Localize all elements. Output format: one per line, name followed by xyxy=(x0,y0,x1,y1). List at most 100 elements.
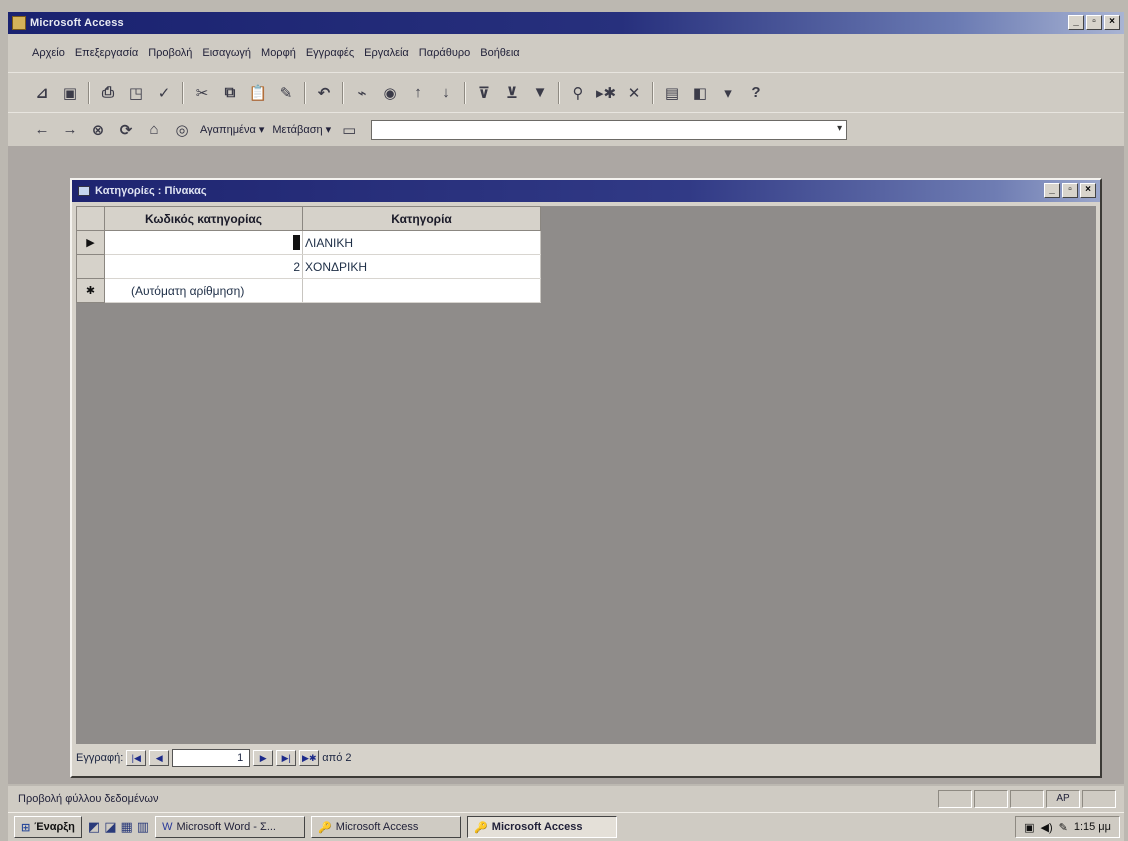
show-only-web-toolbar-icon[interactable]: ▭ xyxy=(339,120,359,140)
new-record-row[interactable]: ✱ (Αυτόματη αρίθμηση) xyxy=(76,278,541,303)
status-text: Προβολή φύλλου δεδομένων xyxy=(18,793,159,805)
datasheet-grid: Κωδικός κατηγορίας Κατηγορία ▶ ΛΙΑΝΙΚΗ 2… xyxy=(76,206,1096,744)
corner-selector[interactable] xyxy=(76,206,105,231)
search-web-icon[interactable]: ◎ xyxy=(172,120,192,140)
menu-edit[interactable]: Επεξεργασία xyxy=(75,47,138,59)
address-input[interactable]: ▾ xyxy=(371,119,848,140)
menu-help[interactable]: Βοήθεια xyxy=(480,47,519,59)
filter-by-form-icon[interactable]: ⊻ xyxy=(502,83,522,103)
close-button[interactable]: × xyxy=(1104,15,1120,30)
menu-file[interactable]: Αρχείο xyxy=(32,47,65,59)
refresh-icon[interactable]: ⟳ xyxy=(116,120,136,140)
cell-category[interactable]: ΧΟΝΔΡΙΚΗ xyxy=(302,254,541,279)
access-app-icon[interactable] xyxy=(12,16,26,30)
stop-icon[interactable]: ⊗ xyxy=(88,120,108,140)
taskbar-access-button[interactable]: 🔑 Microsoft Access xyxy=(311,816,462,838)
go-menu[interactable]: Μετάβαση ▾ xyxy=(272,123,331,136)
menu-tools[interactable]: Εργαλεία xyxy=(364,47,409,59)
cell-category[interactable]: ΛΙΑΝΙΚΗ xyxy=(302,230,541,255)
first-record-button[interactable]: |◀ xyxy=(126,750,147,766)
view-icon[interactable]: ⊿ xyxy=(32,83,52,103)
start-button[interactable]: ⊞ Έναρξη xyxy=(14,816,82,838)
record-selector[interactable] xyxy=(76,254,105,279)
maximize-button[interactable]: ▫ xyxy=(1086,15,1102,30)
back-icon[interactable]: ← xyxy=(32,120,52,140)
dropdown-arrow-icon[interactable]: ▾ xyxy=(718,83,738,103)
delete-record-icon[interactable]: ✕ xyxy=(624,83,644,103)
cell-category-id[interactable] xyxy=(104,230,303,255)
cell-category-new[interactable] xyxy=(302,278,541,303)
table-minimize-button[interactable]: _ xyxy=(1044,183,1060,198)
save-icon[interactable]: ▣ xyxy=(60,83,80,103)
new-object-icon[interactable]: ◧ xyxy=(690,83,710,103)
sort-descending-icon[interactable]: ↓ xyxy=(436,83,456,103)
web-toolbar: ← → ⊗ ⟳ ⌂ ◎ Αγαπημένα ▾ Μετάβαση ▾ ▭ ▾ xyxy=(8,112,1124,146)
record-number-input[interactable]: 1 xyxy=(172,749,251,767)
new-record-selector-icon[interactable]: ✱ xyxy=(76,278,105,303)
format-painter-icon[interactable]: ✎ xyxy=(276,83,296,103)
access-icon: 🔑 xyxy=(318,821,332,834)
table-close-button[interactable]: × xyxy=(1080,183,1096,198)
tray-icon[interactable]: ▣ xyxy=(1024,821,1034,834)
new-record-button[interactable]: ▶✱ xyxy=(299,750,320,766)
cut-icon[interactable]: ✂ xyxy=(192,83,212,103)
sort-ascending-icon[interactable]: ↑ xyxy=(408,83,428,103)
favorites-menu[interactable]: Αγαπημένα ▾ xyxy=(200,123,264,136)
table-maximize-button[interactable]: ▫ xyxy=(1062,183,1078,198)
volume-icon[interactable]: ◀) xyxy=(1041,821,1053,834)
status-pane xyxy=(1082,790,1116,808)
next-record-button[interactable]: ▶ xyxy=(253,750,274,766)
tray-icon[interactable]: ✎ xyxy=(1059,821,1068,834)
table-row[interactable]: ▶ ΛΙΑΝΙΚΗ xyxy=(76,230,541,255)
start-label: Έναρξη xyxy=(34,821,75,833)
menu-format[interactable]: Μορφή xyxy=(261,47,296,59)
table-row[interactable]: 2 ΧΟΝΔΡΙΚΗ xyxy=(76,254,541,279)
apply-filter-icon[interactable]: ▼ xyxy=(530,83,550,103)
quick-launch-icon[interactable]: ◩ xyxy=(88,819,100,835)
app-titlebar[interactable]: Microsoft Access _ ▫ × xyxy=(8,12,1124,34)
header-row: Κωδικός κατηγορίας Κατηγορία xyxy=(76,206,541,231)
last-record-button[interactable]: ▶| xyxy=(276,750,297,766)
spelling-icon[interactable]: ✓ xyxy=(154,83,174,103)
database-window-icon[interactable]: ▤ xyxy=(662,83,682,103)
quick-launch-icon[interactable]: ▦ xyxy=(121,819,133,835)
undo-icon[interactable]: ↶ xyxy=(314,83,334,103)
windows-logo-icon: ⊞ xyxy=(21,821,31,834)
print-icon[interactable]: ⎙ xyxy=(98,83,118,103)
table-icon xyxy=(78,186,90,196)
menu-insert[interactable]: Εισαγωγή xyxy=(202,47,251,59)
address-dropdown-icon[interactable]: ▾ xyxy=(837,123,842,134)
table-window-titlebar[interactable]: Κατηγορίες : Πίνακας _ ▫ × xyxy=(72,180,1100,202)
taskbar-access-active-button[interactable]: 🔑 Microsoft Access xyxy=(467,816,618,838)
task-label: Microsoft Word - Σ... xyxy=(176,821,276,833)
cell-category-id[interactable]: 2 xyxy=(104,254,303,279)
previous-record-button[interactable]: ◀ xyxy=(149,750,170,766)
record-selector-current-icon[interactable]: ▶ xyxy=(76,230,105,255)
clock[interactable]: 1:15 μμ xyxy=(1074,821,1111,833)
menu-records[interactable]: Εγγραφές xyxy=(306,47,354,59)
home-icon[interactable]: ⌂ xyxy=(144,120,164,140)
insert-hyperlink-icon[interactable]: ⌁ xyxy=(352,83,372,103)
forward-icon[interactable]: → xyxy=(60,120,80,140)
web-toolbar-icon[interactable]: ◉ xyxy=(380,83,400,103)
print-preview-icon[interactable]: ◳ xyxy=(126,83,146,103)
copy-icon[interactable]: ⧉ xyxy=(220,83,240,103)
cell-autonumber[interactable]: (Αυτόματη αρίθμηση) xyxy=(104,278,303,303)
status-pane xyxy=(1010,790,1044,808)
column-header-category-id[interactable]: Κωδικός κατηγορίας xyxy=(104,206,303,231)
column-header-category[interactable]: Κατηγορία xyxy=(302,206,541,231)
paste-icon[interactable]: 📋 xyxy=(248,83,268,103)
find-icon[interactable]: ⚲ xyxy=(568,83,588,103)
quick-launch-icon[interactable]: ▥ xyxy=(137,819,149,835)
taskbar-word-button[interactable]: W Microsoft Word - Σ... xyxy=(155,816,306,838)
menu-view[interactable]: Προβολή xyxy=(148,47,192,59)
help-icon[interactable]: ? xyxy=(746,83,766,103)
menu-window[interactable]: Παράθυρο xyxy=(419,47,470,59)
minimize-button[interactable]: _ xyxy=(1068,15,1084,30)
filter-by-selection-icon[interactable]: ⊽ xyxy=(474,83,494,103)
record-label: Εγγραφή: xyxy=(76,752,124,764)
status-bar: Προβολή φύλλου δεδομένων ΑΡ xyxy=(8,786,1124,812)
toolbar-separator xyxy=(88,81,90,104)
new-record-icon[interactable]: ▸✱ xyxy=(596,83,616,103)
quick-launch-icon[interactable]: ◪ xyxy=(104,819,116,835)
